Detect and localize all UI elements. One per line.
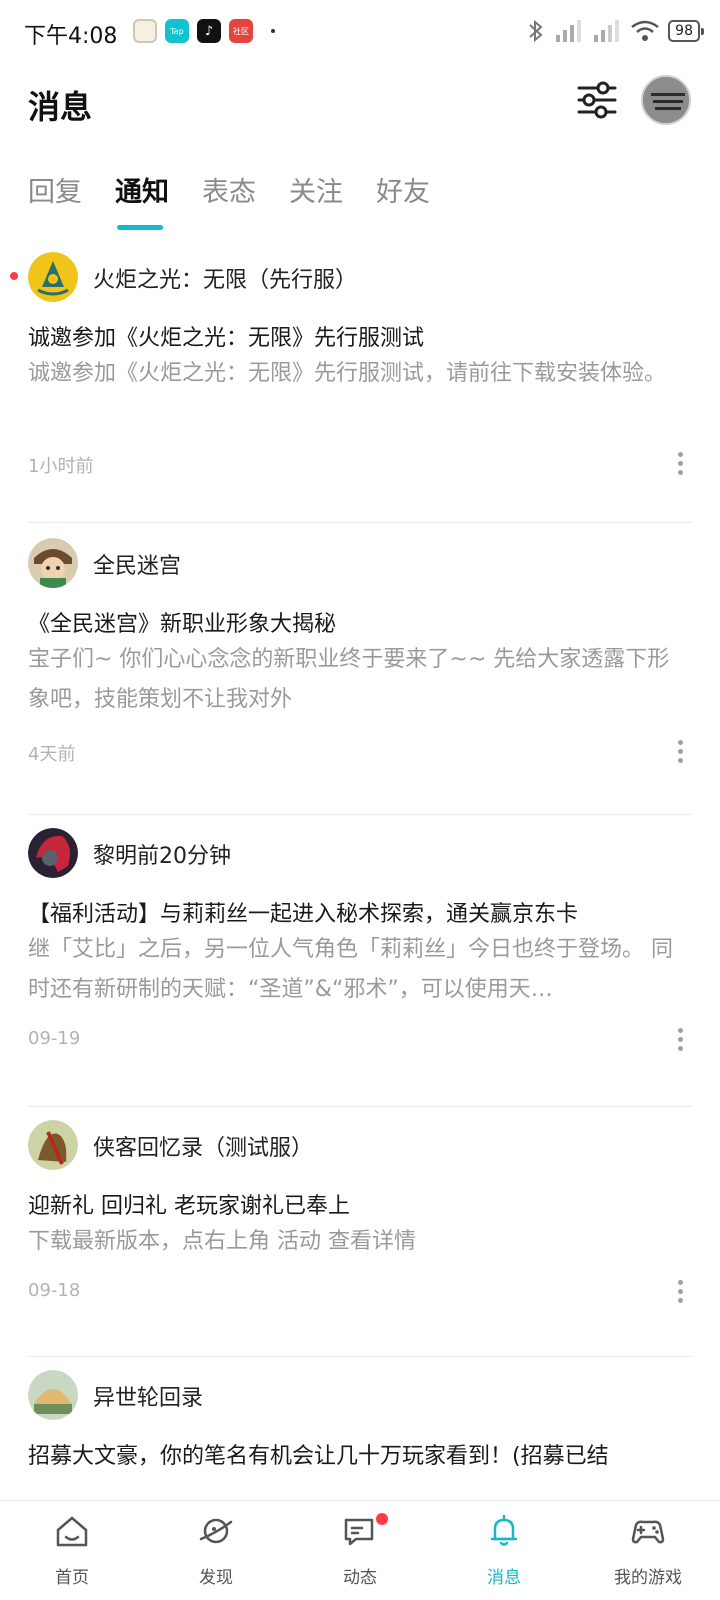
- nav-label: 首页: [55, 1568, 89, 1588]
- nav-my-games[interactable]: 我的游戏: [576, 1501, 720, 1600]
- message-body: 宝子们~ 你们心心念念的新职业终于要来了~~ 先给大家透露下形象吧，技能策划不让…: [28, 647, 670, 712]
- tab-reaction[interactable]: 表态: [202, 170, 256, 230]
- message-title: 招募大文豪，你的笔名有机会让几十万玩家看到！(招募已结: [28, 1444, 609, 1469]
- tab-reply[interactable]: 回复: [28, 170, 82, 230]
- notification-dot-icon: [271, 29, 275, 33]
- nav-feed[interactable]: 动态: [288, 1501, 432, 1600]
- tab-notice[interactable]: 通知: [115, 170, 169, 230]
- maze-game-logo-icon: [28, 538, 78, 588]
- page-title: 消息: [28, 88, 93, 126]
- signal-icon-2: [594, 20, 620, 42]
- bottom-navigation: 首页 发现 动态 消息 我的游戏: [0, 1500, 720, 1600]
- user-avatar[interactable]: [641, 75, 691, 125]
- nav-label: 消息: [487, 1568, 521, 1588]
- clock-icon: [133, 19, 157, 43]
- tiktok-icon: ♪: [197, 19, 221, 43]
- swordsman-game-logo-icon: [28, 1120, 78, 1170]
- nav-badge: [376, 1513, 388, 1525]
- torchlight-logo-icon: [28, 252, 78, 302]
- chat-icon: [344, 1518, 374, 1546]
- sender-name: 异世轮回录: [93, 1386, 204, 1411]
- message-time: 09-19: [28, 1028, 81, 1049]
- notification-item[interactable]: 黎明前20分钟 【福利活动】与莉莉丝一起进入秘术探索，通关赢京东卡 继「艾比」之…: [0, 816, 720, 1104]
- taptap-icon: Tap: [165, 19, 189, 43]
- sender-avatar[interactable]: [28, 538, 78, 588]
- notification-item[interactable]: 异世轮回录 招募大文豪，你的笔名有机会让几十万玩家看到！(招募已结: [0, 1358, 720, 1498]
- message-title: 诚邀参加《火炬之光：无限》先行服测试: [28, 326, 425, 351]
- wifi-icon: [631, 20, 659, 41]
- status-indicators: 98: [526, 18, 704, 44]
- bell-icon: [490, 1514, 518, 1546]
- status-app-icons: Tap ♪ 社区: [133, 19, 275, 43]
- bluetooth-icon: [529, 19, 543, 43]
- message-body: 下载最新版本，点右上角 活动 查看详情: [28, 1229, 416, 1254]
- tab-follow[interactable]: 关注: [289, 170, 343, 230]
- nav-label: 发现: [199, 1568, 233, 1588]
- reincarnation-game-logo-icon: [28, 1370, 78, 1420]
- signal-icon: [556, 20, 582, 42]
- battery-indicator: 98: [668, 20, 704, 42]
- notification-item[interactable]: 全民迷宫 《全民迷宫》新职业形象大揭秘 宝子们~ 你们心心念念的新职业终于要来了…: [0, 524, 720, 812]
- nav-discover[interactable]: 发现: [144, 1501, 288, 1600]
- tab-bar: 回复 通知 表态 关注 好友: [28, 170, 463, 230]
- tab-friends[interactable]: 好友: [376, 170, 430, 230]
- message-body: 诚邀参加《火炬之光：无限》先行服测试，请前往下载安装体验。: [28, 361, 667, 386]
- nav-label: 动态: [343, 1568, 377, 1588]
- home-icon: [56, 1516, 88, 1547]
- divider: [28, 1106, 692, 1107]
- divider: [28, 814, 692, 815]
- message-time: 4天前: [28, 744, 76, 765]
- message-title: 迎新礼 回归礼 老玩家谢礼已奉上: [28, 1194, 350, 1219]
- message-title: 《全民迷宫》新职业形象大揭秘: [28, 612, 337, 637]
- sender-name: 黎明前20分钟: [93, 844, 231, 869]
- divider: [28, 1356, 692, 1357]
- more-options-icon[interactable]: [678, 1028, 684, 1055]
- status-bar: 下午4:08 Tap ♪ 社区 98: [0, 0, 720, 64]
- message-title: 【福利活动】与莉莉丝一起进入秘术探索，通关赢京东卡: [28, 902, 579, 927]
- sender-name: 全民迷宫: [93, 554, 182, 579]
- notification-item[interactable]: 侠客回忆录（测试服） 迎新礼 回归礼 老玩家谢礼已奉上 下载最新版本，点右上角 …: [0, 1108, 720, 1354]
- sender-name: 火炬之光：无限（先行服）: [93, 268, 358, 293]
- message-time: 1小时前: [28, 456, 94, 477]
- avatar-image: [643, 77, 689, 123]
- message-body: 继「艾比」之后，另一位人气角色「莉莉丝」今日也终于登场。 同时还有新研制的天赋：…: [28, 937, 673, 1002]
- notification-item[interactable]: 火炬之光：无限（先行服） 诚邀参加《火炬之光：无限》先行服测试 诚邀参加《火炬之…: [0, 240, 720, 520]
- divider: [28, 522, 692, 523]
- more-options-icon[interactable]: [678, 452, 684, 479]
- sender-avatar[interactable]: [28, 1370, 78, 1420]
- nav-home[interactable]: 首页: [0, 1501, 144, 1600]
- more-options-icon[interactable]: [678, 1280, 684, 1307]
- planet-icon: [199, 1518, 233, 1544]
- active-tab-indicator: [117, 225, 163, 230]
- header: 消息: [0, 64, 720, 134]
- sliders-icon[interactable]: [575, 78, 619, 122]
- sender-avatar[interactable]: [28, 1120, 78, 1170]
- unread-dot: [10, 272, 18, 280]
- more-options-icon[interactable]: [678, 740, 684, 767]
- sender-avatar[interactable]: [28, 252, 78, 302]
- community-app-icon: 社区: [229, 19, 253, 43]
- nav-messages[interactable]: 消息: [432, 1501, 576, 1600]
- nav-label: 我的游戏: [614, 1568, 682, 1588]
- sender-name: 侠客回忆录（测试服）: [93, 1136, 314, 1161]
- status-time: 下午4:08: [24, 24, 118, 49]
- gamepad-icon: [631, 1520, 665, 1544]
- message-time: 09-18: [28, 1280, 81, 1301]
- sender-avatar[interactable]: [28, 828, 78, 878]
- dawn-game-logo-icon: [28, 828, 78, 878]
